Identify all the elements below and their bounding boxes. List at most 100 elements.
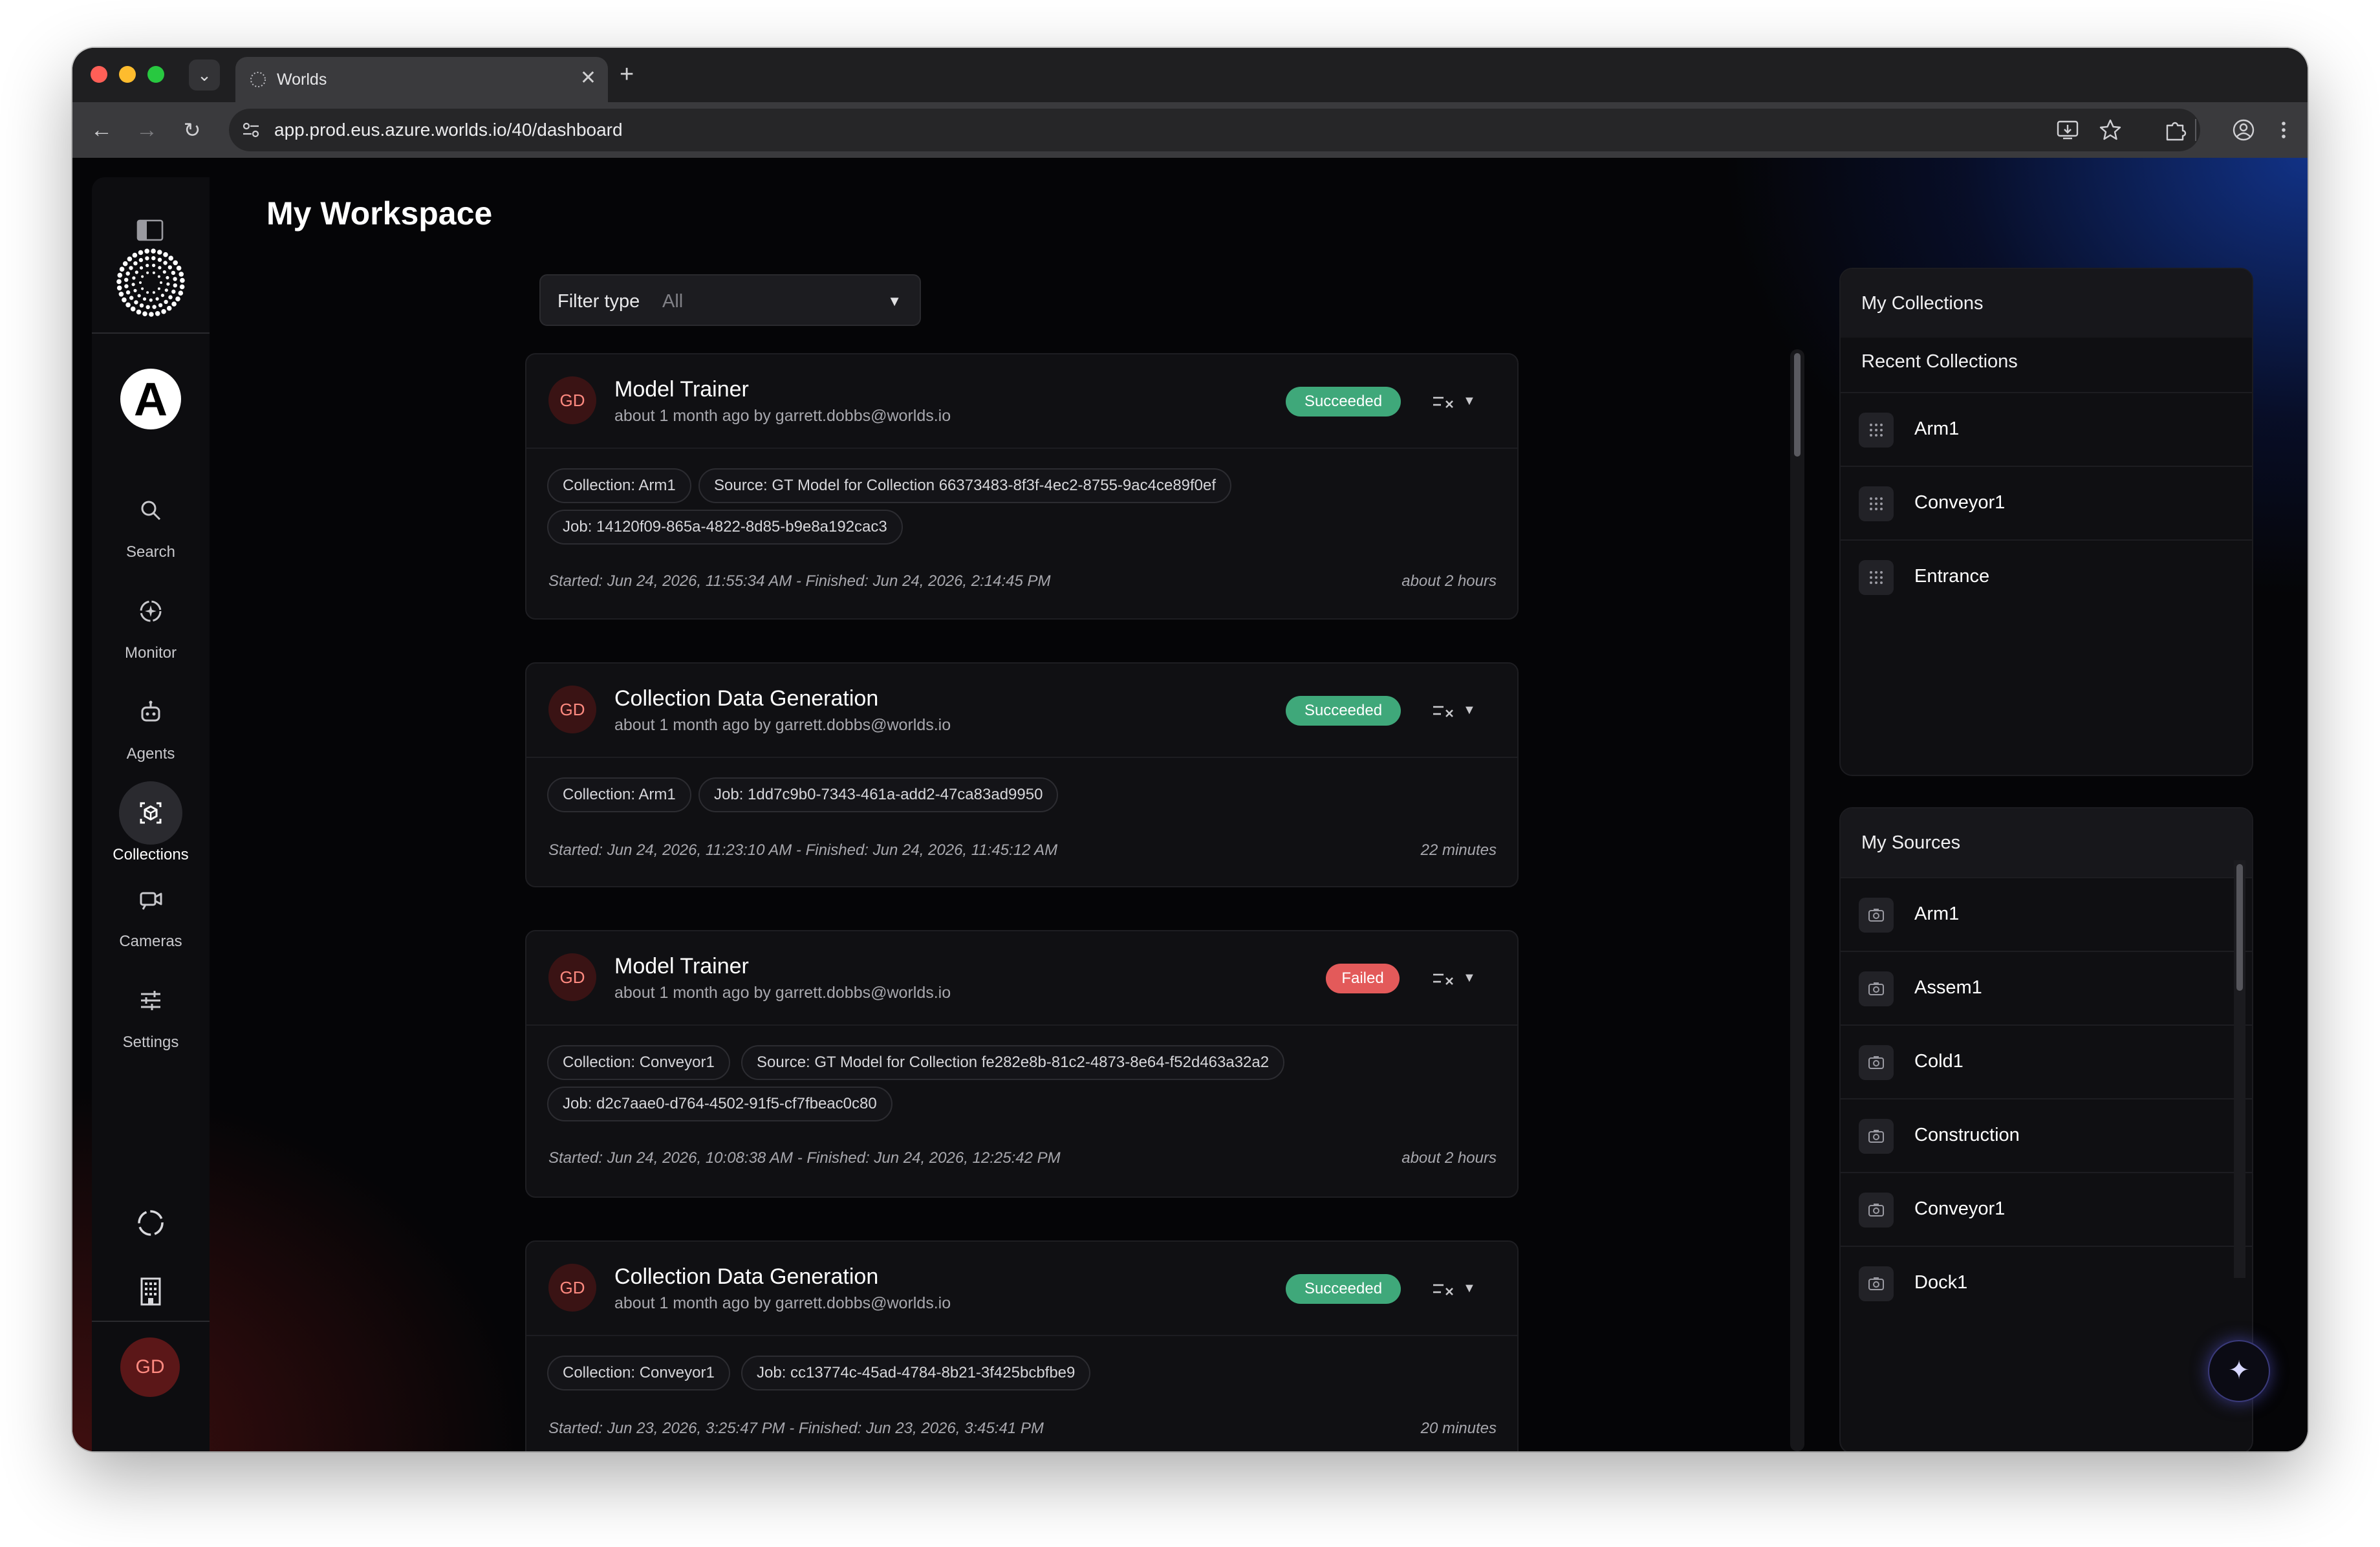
grid-icon [1859, 560, 1894, 595]
bookmark-star-icon[interactable] [2097, 116, 2124, 144]
job-title: Collection Data Generation [614, 1264, 879, 1289]
job-actions-caret-icon[interactable]: ▼ [1463, 1278, 1476, 1299]
sources-scrollbar-thumb[interactable] [2236, 864, 2243, 991]
panel-header: My Sources [1841, 808, 2252, 877]
sidebar-toggle-icon[interactable] [136, 219, 164, 242]
panel-title: My Sources [1861, 832, 1961, 853]
camera-icon [1859, 1193, 1894, 1228]
sliders-icon [141, 991, 160, 1010]
source-row[interactable]: Cold1 [1841, 1024, 2252, 1097]
job-subtitle: about 1 month ago by garrett.dobbs@world… [614, 984, 951, 1002]
tab-close-icon[interactable]: ✕ [580, 67, 596, 89]
search-icon [141, 501, 161, 521]
job-title: Model Trainer [614, 954, 749, 979]
worlds-favicon-icon [250, 72, 266, 87]
assistant-sparkle-button[interactable]: ✦ [2208, 1340, 2270, 1402]
source-row[interactable]: Conveyor1 [1841, 1172, 2252, 1244]
job-id-chip: Job: d2c7aae0-d764-4502-91f5-cf7fbeac0c8… [547, 1087, 892, 1121]
close-window-button[interactable] [91, 66, 107, 83]
job-duration: 22 minutes [1420, 841, 1497, 859]
source-row[interactable]: Dock1 [1841, 1246, 2252, 1318]
minimize-window-button[interactable] [119, 66, 136, 83]
job-actions-caret-icon[interactable]: ▼ [1463, 968, 1476, 988]
browser-toolbar: ← → ↻ app.prod.eus.azure.worlds.io/40/da… [72, 102, 2308, 158]
job-actions-caret-icon[interactable]: ▼ [1463, 391, 1476, 411]
camera-icon [1859, 1119, 1894, 1154]
monitor-icon [140, 600, 162, 622]
extensions-puzzle-icon[interactable] [2161, 116, 2189, 144]
collection-row[interactable]: Arm1 [1841, 392, 2252, 464]
collection-row[interactable]: Entrance [1841, 539, 2252, 612]
building-icon[interactable] [135, 1275, 167, 1308]
tab-worlds[interactable]: Worlds ✕ [235, 57, 608, 102]
job-actions-icon[interactable] [1432, 969, 1454, 988]
job-duration: about 2 hours [1401, 1149, 1497, 1167]
job-id-chip: Job: cc13774c-45ad-4784-8b21-3f425bcbfbe… [741, 1356, 1091, 1390]
sidebar-divider [92, 1321, 210, 1322]
new-tab-button[interactable]: + [620, 60, 634, 89]
sidebar-item-settings[interactable]: Settings [92, 969, 210, 1053]
camera-icon [140, 892, 162, 910]
sidebar-item-label: Settings [122, 1033, 179, 1051]
job-card[interactable]: GD Model Trainer about 1 month ago by ga… [525, 930, 1519, 1198]
source-name: Dock1 [1914, 1272, 1968, 1293]
jobs-scrollbar[interactable] [1790, 349, 1804, 1451]
source-row[interactable]: Construction [1841, 1098, 2252, 1171]
sidebar-item-cameras[interactable]: Cameras [92, 868, 210, 952]
sidebar-item-agents[interactable]: Agents [92, 680, 210, 764]
worlds-logo-icon [116, 248, 185, 317]
source-name: Conveyor1 [1914, 1198, 2006, 1219]
job-card[interactable]: GD Collection Data Generation about 1 mo… [525, 1240, 1519, 1451]
robot-icon [141, 700, 160, 722]
source-name: Arm1 [1914, 903, 1960, 924]
address-bar[interactable]: app.prod.eus.azure.worlds.io/40/dashboar… [229, 109, 2200, 151]
browser-menu-icon[interactable] [2270, 116, 2297, 144]
card-divider [526, 1024, 1517, 1026]
sidebar-item-search[interactable]: Search [92, 479, 210, 563]
forward-arrow-icon[interactable]: → [132, 115, 162, 145]
sidebar-item-monitor[interactable]: Monitor [92, 579, 210, 664]
job-owner-avatar: GD [548, 953, 596, 1001]
source-chip: Source: GT Model for Collection fe282e8b… [741, 1045, 1285, 1080]
job-subtitle: about 1 month ago by garrett.dobbs@world… [614, 407, 951, 425]
camera-icon [1859, 1045, 1894, 1080]
organization-avatar[interactable]: A [120, 369, 181, 429]
site-settings-icon[interactable] [241, 120, 261, 140]
source-row[interactable]: Arm1 [1841, 877, 2252, 949]
collections-icon [140, 802, 162, 824]
job-times: Started: Jun 23, 2026, 3:25:47 PM - Fini… [548, 1420, 1044, 1437]
install-app-icon[interactable] [2054, 116, 2081, 144]
job-actions-icon[interactable] [1432, 701, 1454, 720]
collection-chip: Collection: Conveyor1 [547, 1356, 730, 1390]
job-actions-caret-icon[interactable]: ▼ [1463, 700, 1476, 720]
maximize-window-button[interactable] [147, 66, 164, 83]
collection-row[interactable]: Conveyor1 [1841, 466, 2252, 538]
recent-collections-label: Recent Collections [1861, 351, 2018, 372]
sidebar-item-collections[interactable]: Collections [92, 781, 210, 865]
panel-header: My Collections [1841, 269, 2252, 338]
collection-chip: Collection: Arm1 [547, 777, 691, 812]
jobs-scrollbar-thumb[interactable] [1794, 353, 1801, 457]
user-avatar[interactable]: GD [120, 1337, 180, 1397]
reload-icon[interactable]: ↻ [177, 115, 207, 145]
back-arrow-icon[interactable]: ← [87, 115, 116, 145]
my-sources-panel: My Sources Arm1 Assem1 Cold1 Constructio… [1839, 807, 2253, 1451]
source-row[interactable]: Assem1 [1841, 951, 2252, 1023]
tab-search-chevron-icon[interactable]: ⌄ [189, 60, 220, 91]
job-card[interactable]: GD Model Trainer about 1 month ago by ga… [525, 353, 1519, 620]
filter-type-select[interactable]: Filter type All ▼ [539, 274, 921, 326]
job-title: Model Trainer [614, 377, 749, 402]
job-actions-icon[interactable] [1432, 1279, 1454, 1299]
profile-icon[interactable] [2230, 116, 2257, 144]
sidebar: A Search Monitor Agents Collections Came… [92, 177, 210, 1451]
loading-spinner-icon[interactable] [135, 1207, 167, 1239]
job-subtitle: about 1 month ago by garrett.dobbs@world… [614, 716, 951, 734]
page-title: My Workspace [266, 195, 493, 232]
card-divider [526, 448, 1517, 449]
camera-icon [1859, 971, 1894, 1006]
job-actions-icon[interactable] [1432, 392, 1454, 411]
grid-icon [1859, 486, 1894, 521]
status-badge: Failed [1326, 964, 1400, 993]
filter-type-value: All [662, 291, 684, 312]
job-card[interactable]: GD Collection Data Generation about 1 mo… [525, 662, 1519, 887]
